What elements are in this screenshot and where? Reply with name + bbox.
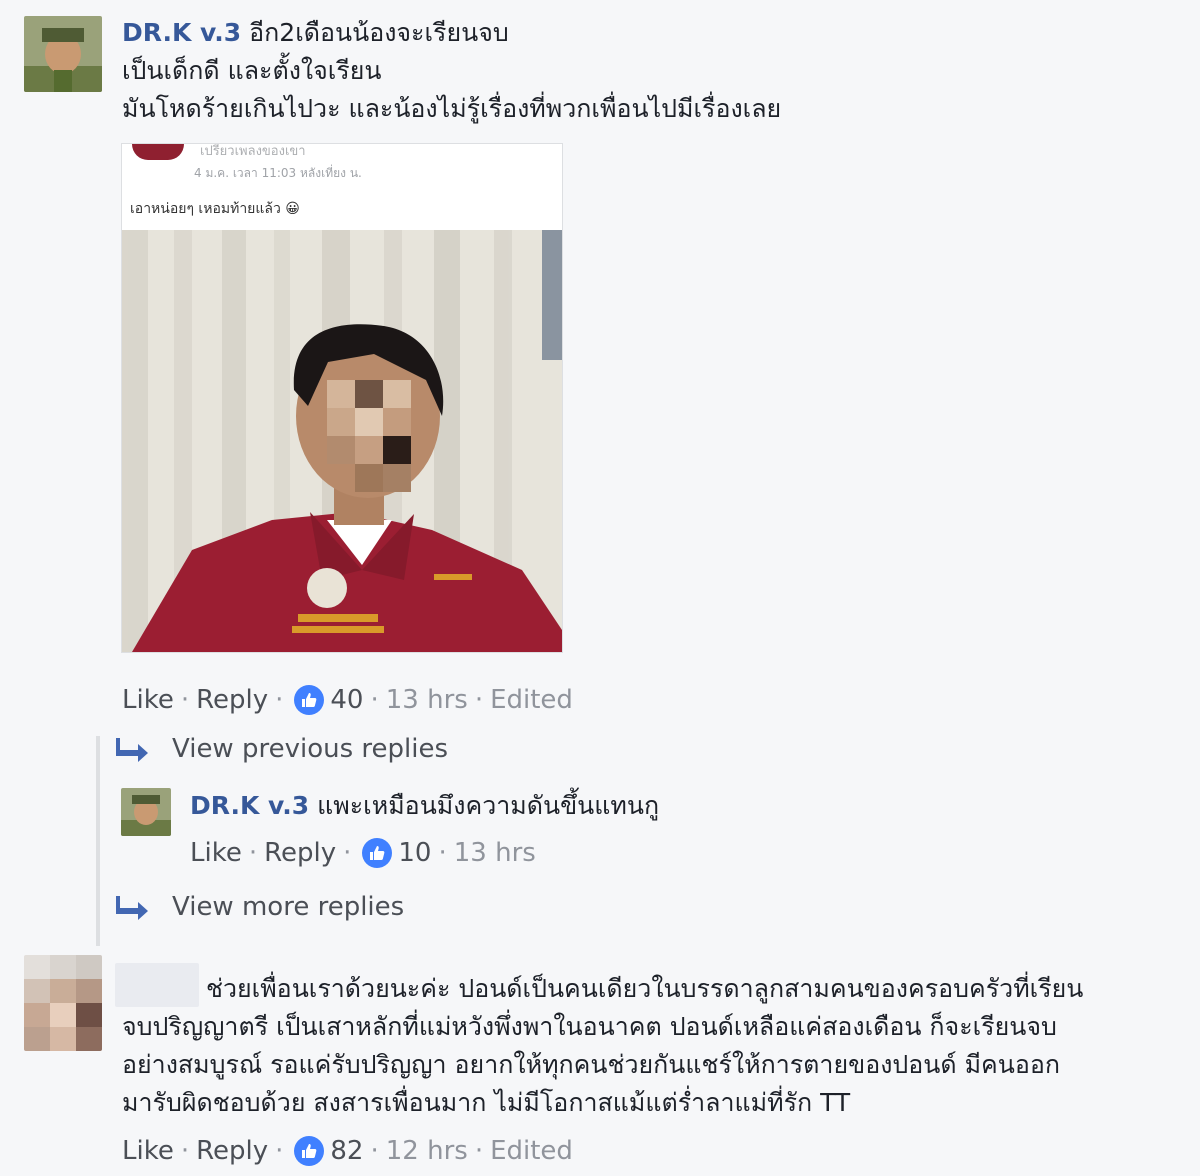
reply-text: แพะเหมือนมึงความดันขึ้นแทนกู — [317, 791, 660, 820]
shared-post-header: เปรี้ยวเพลงของเขา 4 ม.ค. เวลา 11:03 หลัง… — [122, 144, 562, 230]
like-count[interactable]: 10 — [398, 838, 431, 868]
separator-dot: · — [474, 685, 484, 715]
reply-arrow-icon — [116, 738, 148, 762]
reply-avatar[interactable] — [121, 788, 171, 836]
reply-arrow-icon — [116, 896, 148, 920]
like-link[interactable]: Like — [122, 685, 174, 715]
like-count[interactable]: 82 — [330, 1136, 363, 1166]
comment-timestamp[interactable]: 12 hrs — [386, 1136, 468, 1166]
separator-dot: · — [275, 1136, 284, 1166]
reply-link[interactable]: Reply — [264, 838, 336, 868]
view-more-replies-label[interactable]: View more replies — [172, 892, 404, 922]
view-previous-replies-label[interactable]: View previous replies — [172, 734, 448, 764]
view-previous-replies[interactable]: View previous replies — [116, 731, 448, 767]
separator-dot: · — [180, 685, 190, 715]
view-more-replies[interactable]: View more replies — [116, 889, 404, 925]
separator-dot: · — [180, 1136, 190, 1166]
comment-line: มารับผิดชอบด้วย สงสารเพื่อนมาก ไม่มีโอกา… — [122, 1088, 851, 1117]
reply-link[interactable]: Reply — [196, 685, 268, 715]
separator-dot: · — [275, 685, 284, 715]
reply-actions: Like · Reply · 10 · 13 hrs — [190, 835, 536, 871]
edited-label[interactable]: Edited — [490, 685, 573, 715]
separator-dot: · — [370, 1136, 379, 1166]
commenter-avatar[interactable] — [24, 955, 102, 1051]
shared-post-embed[interactable]: เปรี้ยวเพลงของเขา 4 ม.ค. เวลา 11:03 หลัง… — [121, 143, 563, 653]
like-reaction-icon[interactable] — [362, 838, 393, 868]
reply-body: DR.K v.3 แพะเหมือนมึงความดันขึ้นแทนกู — [190, 787, 659, 825]
comment-timestamp[interactable]: 13 hrs — [386, 685, 468, 715]
comment-body: ช่วยเพื่อนเราด้วยนะค่ะ ปอนด์เป็นคนเดียวใ… — [122, 970, 1182, 1122]
shared-post-avatar — [132, 144, 184, 160]
like-link[interactable]: Like — [190, 838, 242, 868]
reply-link[interactable]: Reply — [196, 1136, 268, 1166]
comment-body: DR.K v.3 อีก2เดือนน้องจะเรียนจบ เป็นเด็ก… — [122, 14, 1162, 128]
reply-timestamp[interactable]: 13 hrs — [454, 838, 536, 868]
comment-line: ช่วยเพื่อนเราด้วยนะค่ะ ปอนด์เป็นคนเดียวใ… — [206, 974, 1084, 1003]
comment-line: มันโหดร้ายเกินไปวะ และน้องไม่รู้เรื่องที… — [122, 94, 782, 123]
like-count[interactable]: 40 — [330, 685, 363, 715]
separator-dot: · — [248, 838, 258, 868]
edited-label[interactable]: Edited — [490, 1136, 573, 1166]
comment-actions: Like · Reply · 82 · 12 hrs · Edited — [122, 1133, 573, 1169]
comment-author-name[interactable]: DR.K v.3 — [122, 18, 241, 47]
like-reaction-icon[interactable] — [294, 1136, 325, 1166]
comment-line: อีก2เดือนน้องจะเรียนจบ — [249, 18, 509, 47]
separator-dot: · — [343, 838, 352, 868]
reply-author-name[interactable]: DR.K v.3 — [190, 791, 309, 820]
shared-post-page-name[interactable]: เปรี้ยวเพลงของเขา — [200, 144, 306, 161]
comment-line: เป็นเด็กดี และตั้งใจเรียน — [122, 56, 382, 85]
like-reaction-icon[interactable] — [294, 685, 325, 715]
shared-post-meta: 4 ม.ค. เวลา 11:03 หลังเที่ยง น. — [194, 166, 362, 180]
shared-post-caption: เอาหน่อยๆ เหอมท้ายแล้ว 😀 — [130, 201, 300, 217]
separator-dot: · — [438, 838, 447, 868]
comment-line: จบปริญญาตรี เป็นเสาหลักที่แม่หวังพึ่งพาใ… — [122, 1012, 1057, 1041]
separator-dot: · — [370, 685, 379, 715]
separator-dot: · — [474, 1136, 484, 1166]
commenter-avatar[interactable] — [24, 16, 102, 92]
like-link[interactable]: Like — [122, 1136, 174, 1166]
comment-actions: Like · Reply · 40 · 13 hrs · Edited — [122, 682, 573, 718]
comment-line: อย่างสมบูรณ์ รอแค่รับปริญญา อยากให้ทุกคน… — [122, 1050, 1061, 1079]
shared-post-photo[interactable] — [122, 230, 562, 652]
reply-thread-line — [96, 736, 100, 946]
